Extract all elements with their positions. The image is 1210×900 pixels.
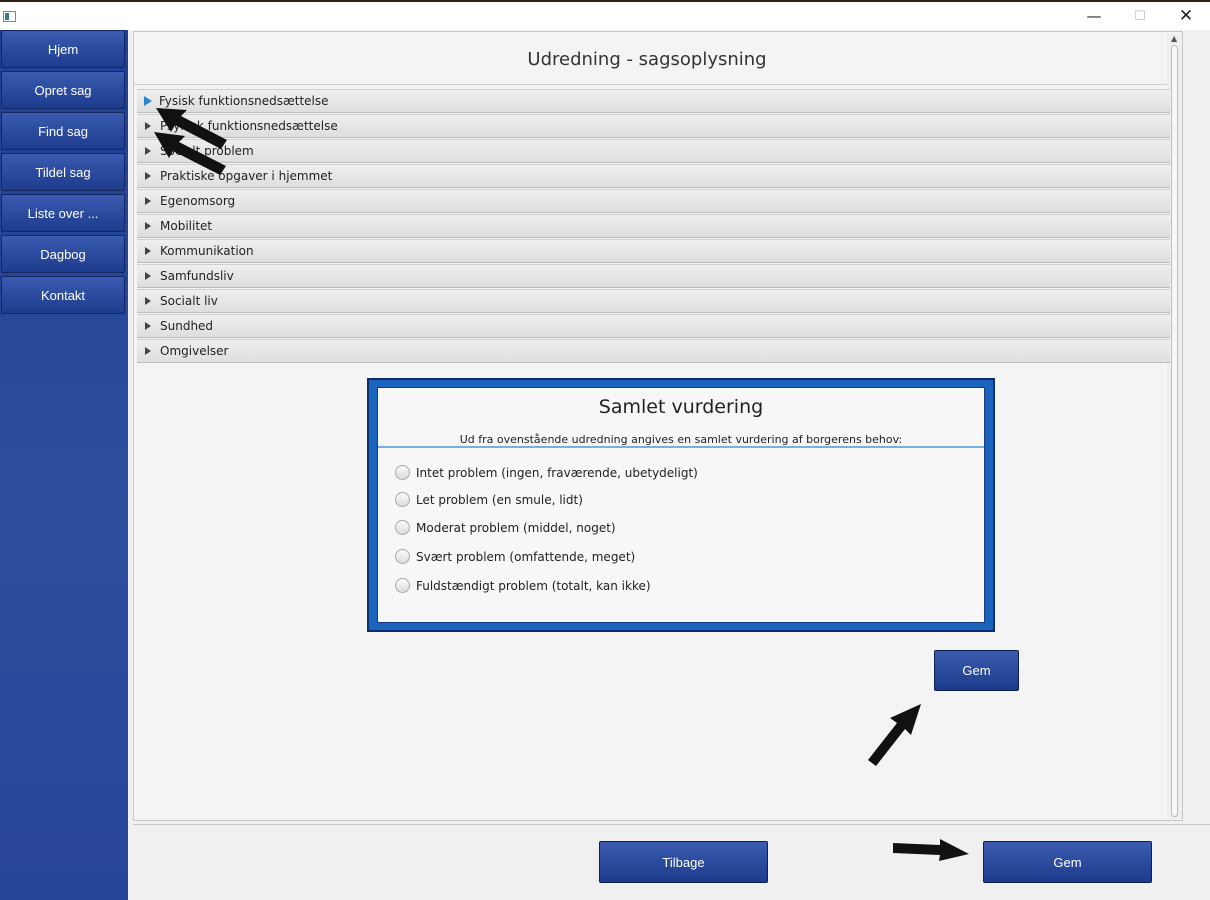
section-label: Socialt liv [160,294,218,308]
close-button[interactable]: ✕ [1163,2,1209,30]
section-praktiske-opgaver[interactable]: Praktiske opgaver i hjemmet [137,164,1170,188]
expand-arrow-icon [145,297,151,305]
section-label: Fysisk funktionsnedsættelse [159,94,329,108]
radio-option-let[interactable]: Let problem (en smule, lidt) [395,492,583,507]
section-psykisk[interactable]: Psykisk funktionsnedsættelse [137,114,1170,138]
nav-kontakt-button[interactable]: Kontakt [1,276,125,314]
section-label: Sundhed [160,319,214,333]
sidebar: Hjem Opret sag Find sag Tildel sag Liste… [0,30,128,900]
section-socialt-liv[interactable]: Socialt liv [137,289,1170,313]
scroll-up-icon[interactable]: ▲ [1171,34,1177,43]
assessment-subtitle: Ud fra ovenstående udredning angives en … [459,433,903,446]
radio-button[interactable] [395,492,410,507]
radio-label[interactable]: Let problem (en smule, lidt) [416,493,583,507]
back-button[interactable]: Tilbage [599,841,768,883]
section-label: Omgivelser [160,344,229,358]
section-accordion: Fysisk funktionsnedsættelse Psykisk funk… [137,89,1170,364]
radio-label[interactable]: Intet problem (ingen, fraværende, ubetyd… [416,466,698,480]
expand-arrow-icon [145,122,151,130]
section-kommunikation[interactable]: Kommunikation [137,239,1170,263]
maximize-button[interactable]: ☐ [1117,2,1163,30]
nav-tildel-sag-button[interactable]: Tildel sag [1,153,125,191]
radio-button[interactable] [395,465,410,480]
section-label: Socialt problem [160,144,254,158]
section-fysisk[interactable]: Fysisk funktionsnedsættelse [137,89,1170,113]
assessment-save-button[interactable]: Gem [934,650,1019,691]
footer-divider [133,824,1210,825]
annotation-arrow-icon [893,839,969,861]
section-label: Psykisk funktionsnedsættelse [160,119,338,133]
assessment-divider [378,446,984,448]
section-label: Egenomsorg [160,194,236,208]
radio-button[interactable] [395,549,410,564]
nav-opret-sag-button[interactable]: Opret sag [1,71,125,109]
footer-save-button[interactable]: Gem [983,841,1152,883]
page-title: Udredning - sagsoplysning [527,49,767,70]
expand-arrow-icon [145,272,151,280]
section-omgivelser[interactable]: Omgivelser [137,339,1170,363]
radio-button[interactable] [395,578,410,593]
expand-arrow-icon [145,197,151,205]
nav-find-sag-button[interactable]: Find sag [1,112,125,150]
radio-option-intet[interactable]: Intet problem (ingen, fraværende, ubetyd… [395,465,698,480]
section-mobilitet[interactable]: Mobilitet [137,214,1170,238]
assessment-panel: Samlet vurdering Ud fra ovenstående udre… [367,378,995,632]
radio-option-fuldstaendigt[interactable]: Fuldstændigt problem (totalt, kan ikke) [395,578,651,593]
section-samfundsliv[interactable]: Samfundsliv [137,264,1170,288]
nav-dagbog-button[interactable]: Dagbog [1,235,125,273]
radio-label[interactable]: Moderat problem (middel, noget) [416,521,616,535]
section-label: Praktiske opgaver i hjemmet [160,169,333,183]
assessment-panel-body: Samlet vurdering Ud fra ovenstående udre… [377,387,985,623]
radio-label[interactable]: Fuldstændigt problem (totalt, kan ikke) [416,579,651,593]
section-label: Kommunikation [160,244,254,258]
section-label: Samfundsliv [160,269,234,283]
section-sundhed[interactable]: Sundhed [137,314,1170,338]
scrollbar-thumb[interactable] [1171,45,1178,817]
expand-arrow-icon [144,96,152,106]
expand-arrow-icon [145,347,151,355]
radio-option-moderat[interactable]: Moderat problem (middel, noget) [395,520,616,535]
title-divider [134,84,1170,85]
section-socialt-problem[interactable]: Socialt problem [137,139,1170,163]
nav-liste-over-button[interactable]: Liste over ... [1,194,125,232]
expand-arrow-icon [145,222,151,230]
expand-arrow-icon [145,147,151,155]
nav-hjem-button[interactable]: Hjem [1,30,125,68]
section-label: Mobilitet [160,219,213,233]
radio-label[interactable]: Svært problem (omfattende, meget) [416,550,635,564]
expand-arrow-icon [145,172,151,180]
expand-arrow-icon [145,322,151,330]
expand-arrow-icon [145,247,151,255]
assessment-title: Samlet vurdering [598,396,764,418]
minimize-button[interactable]: — [1071,2,1117,30]
section-egenomsorg[interactable]: Egenomsorg [137,189,1170,213]
radio-option-svaert[interactable]: Svært problem (omfattende, meget) [395,549,635,564]
radio-button[interactable] [395,520,410,535]
window-titlebar [0,2,1210,30]
app-icon [3,11,16,22]
